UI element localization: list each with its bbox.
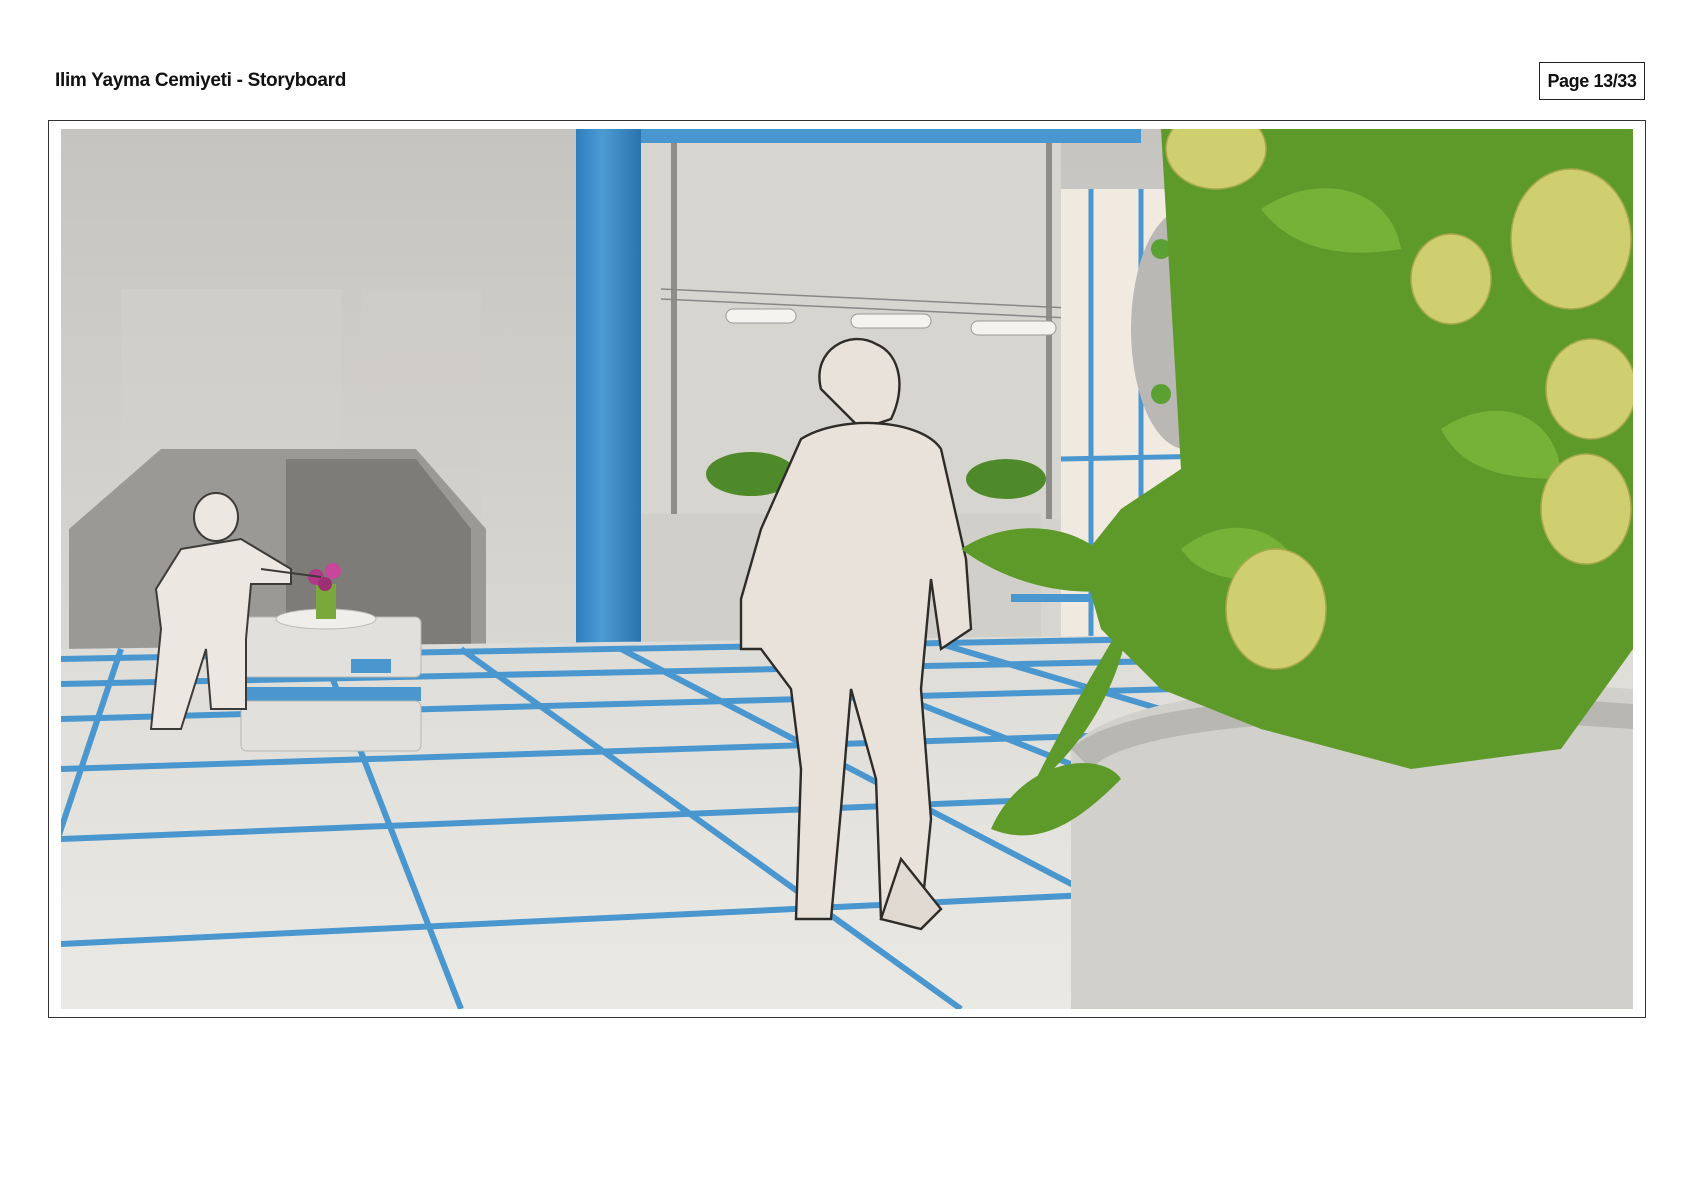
storyboard-panel (61, 129, 1633, 1009)
document-title: Ilim Yayma Cemiyeti - Storyboard (55, 70, 346, 91)
ceiling-beam (641, 129, 1141, 143)
scene-illustration (61, 129, 1633, 1009)
blue-pillar (576, 129, 641, 649)
page-number-badge: Page 13/33 (1539, 62, 1645, 100)
